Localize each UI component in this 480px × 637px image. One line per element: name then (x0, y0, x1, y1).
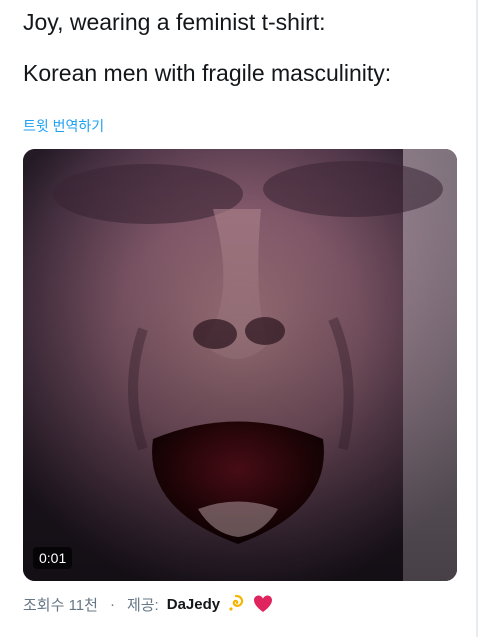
video-frame (23, 149, 457, 581)
separator-dot: · (109, 595, 115, 613)
red-heart-icon (252, 593, 274, 615)
scrollbar-edge (476, 0, 478, 637)
tweet-meta: 조회수 11천 · 제공: DaJedy (23, 591, 274, 617)
tweet-line-2: Korean men with fragile masculinity: (23, 60, 392, 86)
video-player[interactable]: 0:01 (23, 149, 457, 581)
view-count: 조회수 11천 (23, 596, 98, 614)
provider-name-link[interactable]: DaJedy (167, 596, 220, 613)
video-timestamp: 0:01 (33, 547, 73, 569)
dizzy-icon (225, 593, 247, 615)
provider-label: 제공: (126, 596, 159, 614)
tweet-card: Joy, wearing a feminist t-shirt: Korean … (0, 0, 480, 637)
translate-tweet-link[interactable]: 트윗 번역하기 (23, 116, 104, 136)
tweet-text: Joy, wearing a feminist t-shirt: Korean … (23, 6, 463, 89)
tweet-line-1: Joy, wearing a feminist t-shirt: (23, 9, 326, 35)
